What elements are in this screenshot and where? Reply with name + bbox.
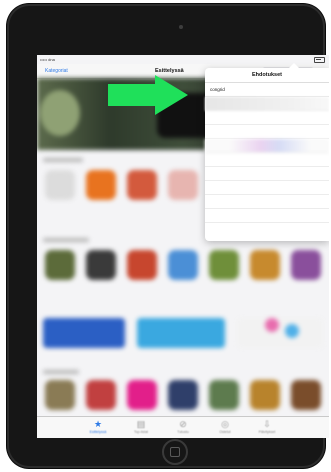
tab-featured[interactable]: ★ Esittelyssä: [83, 419, 113, 437]
app-icon[interactable]: [45, 170, 75, 200]
tab-label: Top-listat: [133, 430, 148, 434]
app-icon[interactable]: [45, 250, 75, 280]
suggestion-item[interactable]: [205, 209, 329, 223]
suggestion-item[interactable]: [205, 139, 329, 153]
status-bar: ••••• dna: [37, 55, 329, 64]
banner-artwork: [40, 90, 80, 136]
green-arrow-icon: [108, 75, 188, 115]
suggestion-item[interactable]: [205, 195, 329, 209]
home-square-icon: [170, 447, 180, 457]
front-camera: [179, 25, 183, 29]
app-icon[interactable]: [209, 380, 239, 410]
app-icon[interactable]: [285, 324, 299, 338]
purchased-icon: ◎: [221, 419, 229, 429]
updates-icon: ⇩: [263, 419, 271, 429]
suggestion-item[interactable]: [205, 181, 329, 195]
app-icon[interactable]: [127, 380, 157, 410]
app-icon[interactable]: [168, 250, 198, 280]
suggestion-item[interactable]: [205, 111, 329, 125]
app-icon[interactable]: [86, 380, 116, 410]
tab-label: Päivitykset: [258, 430, 276, 434]
app-icon[interactable]: [250, 250, 280, 280]
app-icon[interactable]: [291, 250, 321, 280]
suggestion-item[interactable]: [205, 125, 329, 139]
compass-icon: ⊘: [179, 419, 187, 429]
suggestion-item[interactable]: [205, 167, 329, 181]
app-icon[interactable]: [127, 170, 157, 200]
tab-label: Tutustu: [177, 430, 189, 434]
popover-caret: [289, 63, 299, 68]
promo-tile[interactable]: [43, 318, 125, 348]
arrow-shape: [108, 75, 188, 115]
app-icon[interactable]: [265, 318, 279, 332]
ipad-frame: ••••• dna Kategoriat Esittelyssä congrid: [7, 4, 329, 468]
tab-top-charts[interactable]: ▤ Top-listat: [126, 419, 156, 437]
suggestion-item[interactable]: congrid: [205, 83, 329, 97]
tab-label: Esittelyssä: [89, 430, 107, 434]
section-heading: [43, 158, 83, 162]
promo-tile[interactable]: [237, 318, 323, 348]
suggestions-popover: Ehdotukset congrid: [205, 63, 329, 241]
app-icon[interactable]: [291, 380, 321, 410]
suggestion-item[interactable]: [205, 97, 329, 111]
page-title: Esittelyssä: [155, 68, 184, 74]
suggestions-header: Ehdotukset: [205, 68, 329, 83]
suggestion-item[interactable]: [205, 153, 329, 167]
tab-purchased[interactable]: ◎ Ostetut: [210, 419, 240, 437]
app-icon[interactable]: [250, 380, 280, 410]
tab-updates[interactable]: ⇩ Päivitykset: [252, 419, 282, 437]
app-icon[interactable]: [209, 250, 239, 280]
app-icon[interactable]: [45, 380, 75, 410]
app-icon[interactable]: [168, 380, 198, 410]
star-icon: ★: [93, 419, 103, 429]
battery-icon: [314, 57, 325, 63]
section-heading: [43, 370, 79, 374]
tab-label: Ostetut: [219, 430, 231, 434]
carrier-label: ••••• dna: [40, 57, 55, 62]
categories-button[interactable]: Kategoriat: [45, 68, 68, 74]
tab-bar: ★ Esittelyssä ▤ Top-listat ⊘ Tutustu ◎ O…: [37, 416, 329, 438]
home-button[interactable]: [162, 439, 188, 465]
app-icon[interactable]: [127, 250, 157, 280]
app-icon[interactable]: [86, 250, 116, 280]
promo-tile[interactable]: [137, 318, 225, 348]
section-heading: [43, 238, 89, 242]
app-icon[interactable]: [86, 170, 116, 200]
top-charts-icon: ▤: [136, 419, 146, 429]
app-icon[interactable]: [168, 170, 198, 200]
tab-explore[interactable]: ⊘ Tutustu: [168, 419, 198, 437]
